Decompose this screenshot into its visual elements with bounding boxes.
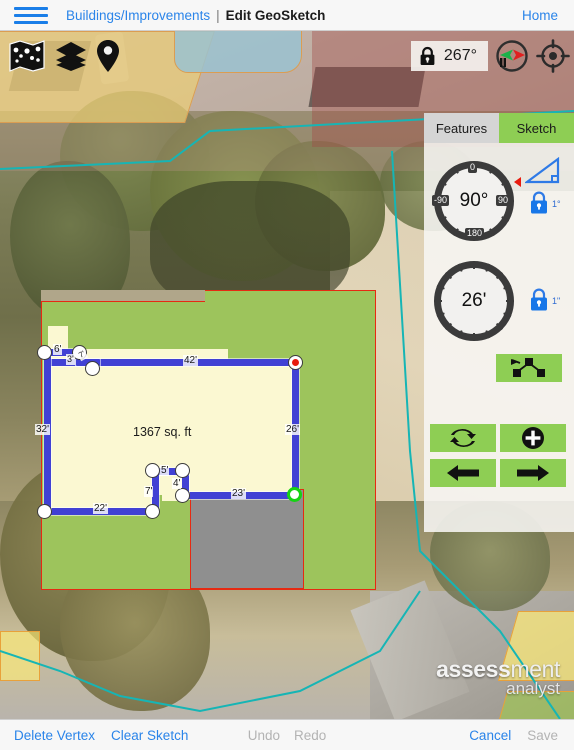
move-right-button[interactable] <box>500 459 566 487</box>
vertex-handle[interactable] <box>175 463 190 478</box>
segment-label-26: 26' <box>285 424 301 435</box>
segment-label-4: 4' <box>172 478 182 489</box>
watermark-bold: assess <box>436 656 511 682</box>
geosketch-screen: Buildings/Improvements | Edit GeoSketch … <box>0 0 574 750</box>
map-canvas[interactable]: 42' 26' 23' 4' 5' 7' 22' 32' 6' 3' 7' 13… <box>0 31 574 719</box>
vertex-handle[interactable] <box>145 504 160 519</box>
angle-tick-bottom: 180 <box>465 228 485 239</box>
move-left-button[interactable] <box>430 459 496 487</box>
panel-tabs: Features Sketch <box>424 113 574 143</box>
vertex-handle[interactable] <box>85 361 100 376</box>
breadcrumb-separator: | <box>216 7 220 23</box>
angle-lock-increment: 1° <box>552 199 561 209</box>
angle-dial-marker <box>514 177 521 187</box>
segment-label-32: 32' <box>35 424 51 435</box>
segment-label-42: 42' <box>183 355 199 366</box>
close-shape-button[interactable] <box>496 354 562 382</box>
hamburger-icon[interactable] <box>14 6 48 24</box>
home-link[interactable]: Home <box>522 8 558 23</box>
arrow-left-icon <box>447 465 479 481</box>
top-navigation-bar: Buildings/Improvements | Edit GeoSketch … <box>0 0 574 31</box>
angle-dial[interactable]: 90° 0 -90 90 180 <box>432 161 514 241</box>
panel-body: 90° 0 -90 90 180 1° 26' 1" <box>424 143 574 532</box>
vertex-handle[interactable] <box>37 345 52 360</box>
distance-dial-value: 26' <box>461 290 487 311</box>
tab-sketch[interactable]: Sketch <box>499 113 574 143</box>
compass-needle-icon[interactable] <box>495 39 529 73</box>
distance-lock-increment: 1" <box>552 296 561 306</box>
add-vertex-button[interactable] <box>500 424 566 452</box>
angle-tick-right: 90 <box>496 195 511 206</box>
breadcrumb-parent-link[interactable]: Buildings/Improvements <box>66 8 210 23</box>
gps-target-icon[interactable] <box>536 39 570 73</box>
redo-button[interactable]: Redo <box>294 728 326 743</box>
map-pin-icon[interactable] <box>96 39 120 78</box>
segment-label-22: 22' <box>93 503 109 514</box>
watermark-subtitle: analyst <box>506 679 560 698</box>
right-angle-triangle-icon[interactable] <box>523 156 561 190</box>
angle-tick-top: 0 <box>468 162 478 173</box>
map-tools <box>8 39 120 78</box>
distance-dial[interactable]: 26' <box>434 261 514 341</box>
angle-tick-left: -90 <box>432 195 450 206</box>
sketch-panel: Features Sketch 90° 0 -90 90 180 1° 26' … <box>424 113 574 532</box>
breadcrumb: Buildings/Improvements | Edit GeoSketch <box>66 8 325 23</box>
segment-label-3: 3' <box>66 354 75 365</box>
lock-icon <box>420 46 435 65</box>
vertex-handle[interactable] <box>145 463 160 478</box>
segment-label-23: 23' <box>231 488 247 499</box>
segment-label-6: 6' <box>53 344 63 355</box>
vertex-handle[interactable] <box>37 504 52 519</box>
rotate-button[interactable] <box>430 424 496 452</box>
bearing-toolbar: 267° <box>410 39 570 73</box>
plus-circle-icon <box>522 427 544 449</box>
sketch-area-label: 1367 sq. ft <box>133 425 192 439</box>
page-title: Edit GeoSketch <box>225 7 326 23</box>
distance-lock-icon[interactable] <box>528 287 550 318</box>
segment-label-5: 5' <box>160 465 170 476</box>
bottom-toolbar: Delete Vertex Clear Sketch Undo Redo Can… <box>0 719 574 750</box>
vertex-handle[interactable] <box>175 488 190 503</box>
brand-watermark: assessment analyst <box>436 656 560 698</box>
undo-button[interactable]: Undo <box>248 728 280 743</box>
arrow-right-icon <box>517 465 549 481</box>
current-vertex-handle[interactable] <box>287 487 302 502</box>
connect-nodes-icon <box>511 358 545 377</box>
segment-label-7b: 7' <box>144 486 154 497</box>
start-vertex-handle[interactable] <box>288 355 303 370</box>
rotate-arrows-icon <box>450 429 476 447</box>
layers-icon[interactable] <box>54 39 88 78</box>
angle-lock-icon[interactable] <box>528 190 550 221</box>
bearing-value: 267° <box>443 47 477 64</box>
tab-features[interactable]: Features <box>424 113 499 143</box>
world-map-icon[interactable] <box>8 39 46 78</box>
bearing-lock-pill[interactable]: 267° <box>410 41 488 71</box>
